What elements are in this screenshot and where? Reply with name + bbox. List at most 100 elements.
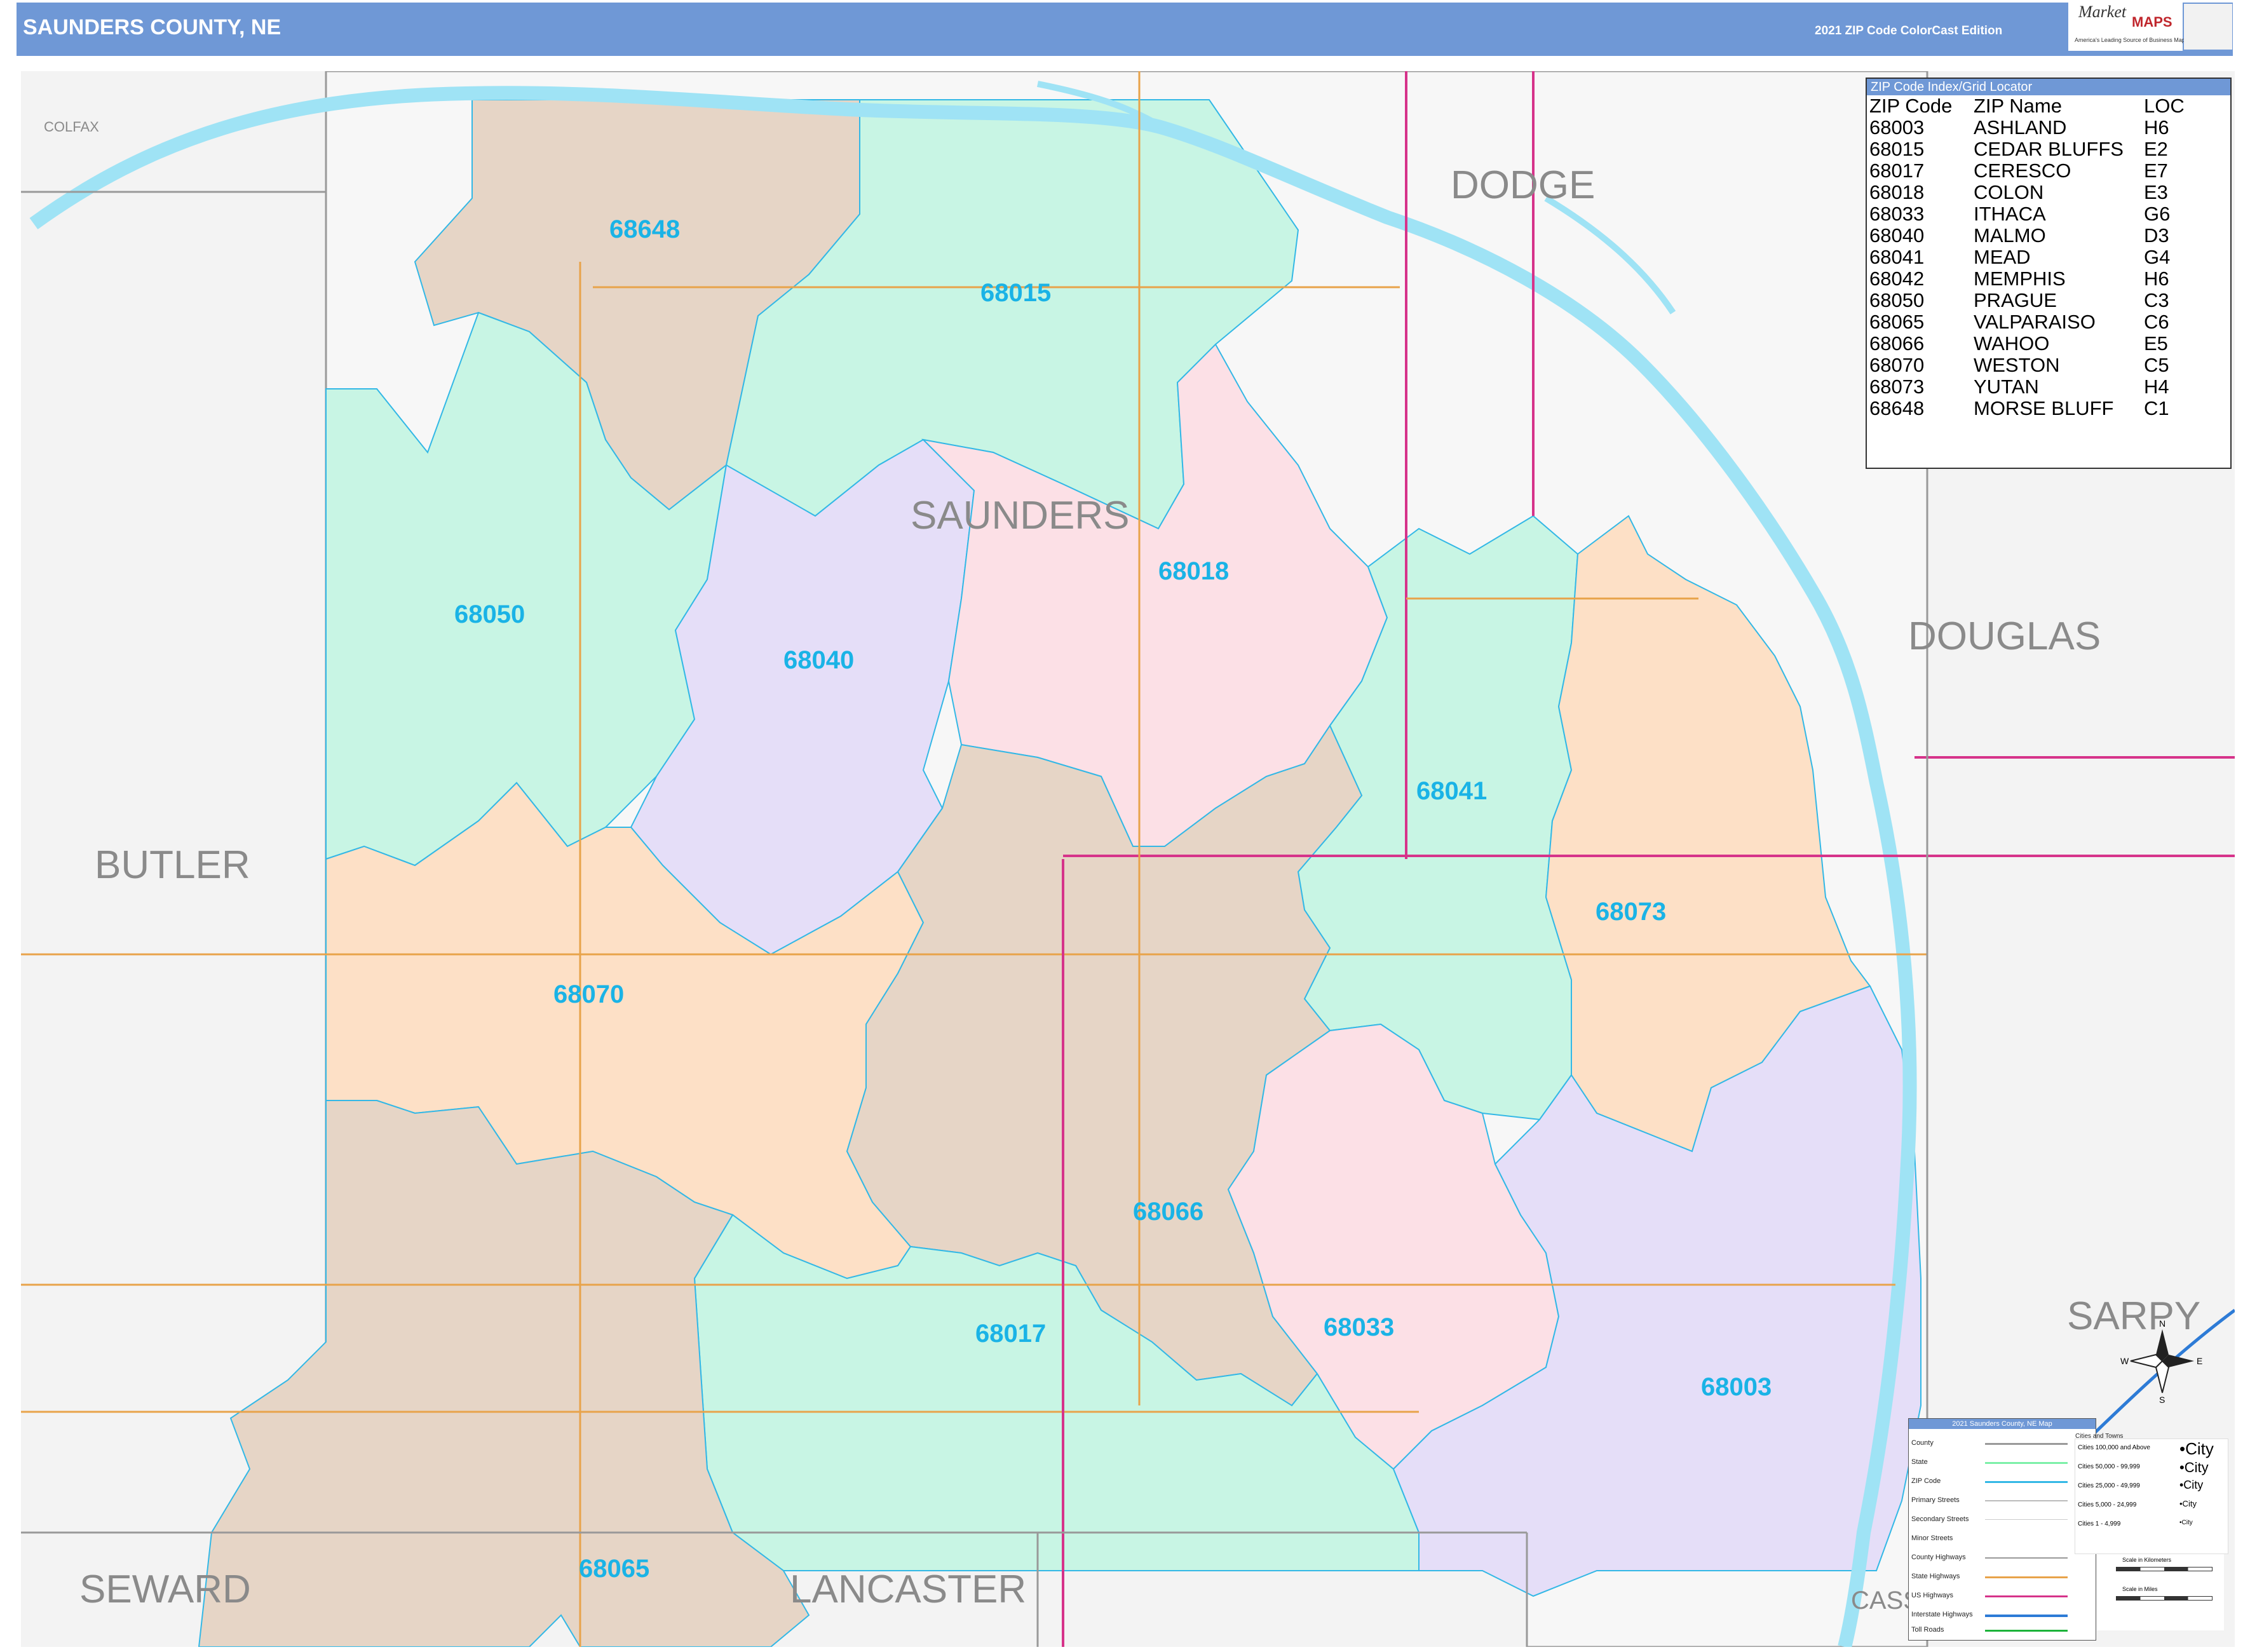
zip-index-name: WAHOO bbox=[1974, 332, 2050, 355]
zip-label-68070: 68070 bbox=[553, 980, 624, 1008]
zip-index-row[interactable]: 68070 WESTON C5 bbox=[1869, 355, 2185, 376]
zip-label-68041: 68041 bbox=[1416, 777, 1487, 805]
zip-index-zip: 68066 bbox=[1869, 332, 1925, 355]
legend-line-state bbox=[1985, 1462, 2068, 1464]
zip-index-zip: 68041 bbox=[1869, 246, 1925, 268]
map-legend: 2021 Saunders County, NE Map County Stat… bbox=[1908, 1418, 2123, 1641]
county-label-lancaster: LANCASTER bbox=[790, 1567, 1026, 1611]
zip-index-zip: 68065 bbox=[1869, 311, 1925, 333]
legend-item-secondary: Secondary Streets bbox=[1911, 1515, 1969, 1523]
map-title: SAUNDERS COUNTY, NE bbox=[23, 15, 281, 39]
zip-index-zip: 68050 bbox=[1869, 289, 1925, 311]
zip-index-loc: H6 bbox=[2144, 267, 2169, 290]
legend-item-interstate: Interstate Highways bbox=[1911, 1611, 1973, 1618]
zip-index-table: ZIP Code ZIP Name LOC 68003 ASHLAND H6 680… bbox=[1869, 95, 2185, 419]
legend-city-1-label: Cities 100,000 and Above bbox=[2078, 1444, 2150, 1451]
zip-index-loc: C3 bbox=[2144, 289, 2169, 311]
legend-line-secondary bbox=[1985, 1519, 2068, 1520]
edition-label: 2021 ZIP Code ColorCast Edition bbox=[1815, 24, 2003, 37]
legend-line-county bbox=[1985, 1443, 2068, 1445]
brand-maps: MAPS bbox=[2132, 14, 2172, 30]
zip-index-zip: 68033 bbox=[1869, 203, 1925, 225]
zip-index-name: PRAGUE bbox=[1974, 289, 2057, 311]
zip-index-row[interactable]: 68041 MEAD G4 bbox=[1869, 247, 2185, 268]
zip-index-row[interactable]: 68017 CERESCO E7 bbox=[1869, 160, 2185, 182]
legend-city-4-label: Cities 5,000 - 24,999 bbox=[2078, 1501, 2137, 1508]
legend-city-2-label: Cities 50,000 - 99,999 bbox=[2078, 1463, 2140, 1470]
zip-label-68065: 68065 bbox=[579, 1555, 649, 1583]
zip-label-68040: 68040 bbox=[783, 646, 854, 674]
legend-line-state-hwy bbox=[1985, 1576, 2068, 1578]
zip-index-loc: C5 bbox=[2144, 354, 2169, 376]
zip-index-row[interactable]: 68033 ITHACA G6 bbox=[1869, 203, 2185, 225]
zip-index-zip: 68003 bbox=[1869, 116, 1925, 139]
zip-index-name: MEAD bbox=[1974, 246, 2031, 268]
legend-item-toll: Toll Roads bbox=[1911, 1626, 1944, 1634]
zip-index-loc: C1 bbox=[2144, 397, 2169, 419]
zip-label-68066: 68066 bbox=[1133, 1198, 1203, 1226]
zip-index-row[interactable]: 68003 ASHLAND H6 bbox=[1869, 117, 2185, 139]
zip-index-name: MALMO bbox=[1974, 224, 2046, 247]
legend-line-toll bbox=[1985, 1630, 2068, 1632]
brand-logo: Market MAPS America's Leading Source of … bbox=[2068, 0, 2188, 51]
zip-index-name: YUTAN bbox=[1974, 376, 2039, 398]
legend-item-primary: Primary Streets bbox=[1911, 1496, 1960, 1504]
zip-index-name: ITHACA bbox=[1974, 203, 2046, 225]
zip-label-68648: 68648 bbox=[609, 215, 680, 243]
zip-index-row[interactable]: 68050 PRAGUE C3 bbox=[1869, 290, 2185, 311]
zip-index-loc: G4 bbox=[2144, 246, 2171, 268]
legend-line-interstate bbox=[1985, 1615, 2068, 1617]
zip-index-zip: 68040 bbox=[1869, 224, 1925, 247]
compass-n: N bbox=[2159, 1318, 2165, 1329]
legend-city-3-symbol: •City bbox=[2179, 1479, 2204, 1491]
zip-index-panel: ZIP Code Index/Grid Locator ZIP Code ZIP… bbox=[1866, 78, 2232, 469]
zip-index-row[interactable]: 68018 COLON E3 bbox=[1869, 182, 2185, 203]
zip-index-zip: 68015 bbox=[1869, 138, 1925, 160]
zip-index-zip: 68073 bbox=[1869, 376, 1925, 398]
zip-index-name: VALPARAISO bbox=[1974, 311, 2096, 333]
zip-index-row[interactable]: 68065 VALPARAISO C6 bbox=[1869, 311, 2185, 333]
zip-index-row[interactable]: 68040 MALMO D3 bbox=[1869, 225, 2185, 247]
legend-item-minor: Minor Streets bbox=[1911, 1534, 1953, 1542]
legend-city-4-symbol: •City bbox=[2179, 1499, 2197, 1508]
zip-index-name: ASHLAND bbox=[1974, 116, 2067, 139]
zip-label-68015: 68015 bbox=[980, 279, 1051, 307]
legend-item-county: County bbox=[1911, 1439, 1934, 1447]
legend-scale: Scale in Kilometers Scale in Miles bbox=[2097, 1554, 2224, 1630]
zip-index-loc: H4 bbox=[2144, 376, 2169, 398]
zip-index-header-name: ZIP Name bbox=[1974, 95, 2062, 117]
scale-km-label: Scale in Kilometers bbox=[2122, 1557, 2172, 1563]
zip-index-row[interactable]: 68042 MEMPHIS H6 bbox=[1869, 268, 2185, 290]
legend-title: 2021 Saunders County, NE Map bbox=[1909, 1419, 2096, 1429]
county-label-dodge: DODGE bbox=[1451, 163, 1595, 207]
zip-label-68033: 68033 bbox=[1324, 1313, 1394, 1341]
zip-label-68050: 68050 bbox=[454, 600, 525, 628]
zip-index-loc: E2 bbox=[2144, 138, 2168, 160]
scale-mi-label: Scale in Miles bbox=[2122, 1586, 2158, 1592]
legend-line-county-hwy bbox=[1985, 1557, 2068, 1559]
compass-s: S bbox=[2159, 1395, 2165, 1405]
zip-index-loc: E7 bbox=[2144, 159, 2168, 182]
legend-item-zip: ZIP Code bbox=[1911, 1477, 1941, 1485]
county-label-seward: SEWARD bbox=[79, 1567, 251, 1611]
legend-item-state: State bbox=[1911, 1458, 1928, 1466]
brand-name: Market bbox=[2078, 3, 2127, 21]
zip-index-zip: 68070 bbox=[1869, 354, 1925, 376]
county-label-butler: BUTLER bbox=[95, 843, 250, 887]
zip-index-loc: D3 bbox=[2144, 224, 2169, 247]
zip-index-row[interactable]: 68648 MORSE BLUFF C1 bbox=[1869, 398, 2185, 419]
zip-label-68073: 68073 bbox=[1596, 898, 1666, 926]
zip-label-68017: 68017 bbox=[975, 1320, 1046, 1348]
zip-index-row[interactable]: 68066 WAHOO E5 bbox=[1869, 333, 2185, 355]
zip-index-loc: E5 bbox=[2144, 332, 2168, 355]
scale-mi-bar bbox=[2116, 1596, 2213, 1601]
zip-index-zip: 68042 bbox=[1869, 267, 1925, 290]
zip-index-name: COLON bbox=[1974, 181, 2044, 203]
legend-city-3-label: Cities 25,000 - 49,999 bbox=[2078, 1482, 2140, 1489]
legend-line-primary bbox=[1985, 1500, 2068, 1501]
header-bar: SAUNDERS COUNTY, NE 2021 ZIP Code ColorC… bbox=[17, 3, 2233, 56]
legend-city-5-label: Cities 1 - 4,999 bbox=[2078, 1520, 2121, 1527]
legend-item-county-hwy: County Highways bbox=[1911, 1554, 1966, 1561]
zip-index-row[interactable]: 68073 YUTAN H4 bbox=[1869, 376, 2185, 398]
zip-index-row[interactable]: 68015 CEDAR BLUFFS E2 bbox=[1869, 139, 2185, 160]
